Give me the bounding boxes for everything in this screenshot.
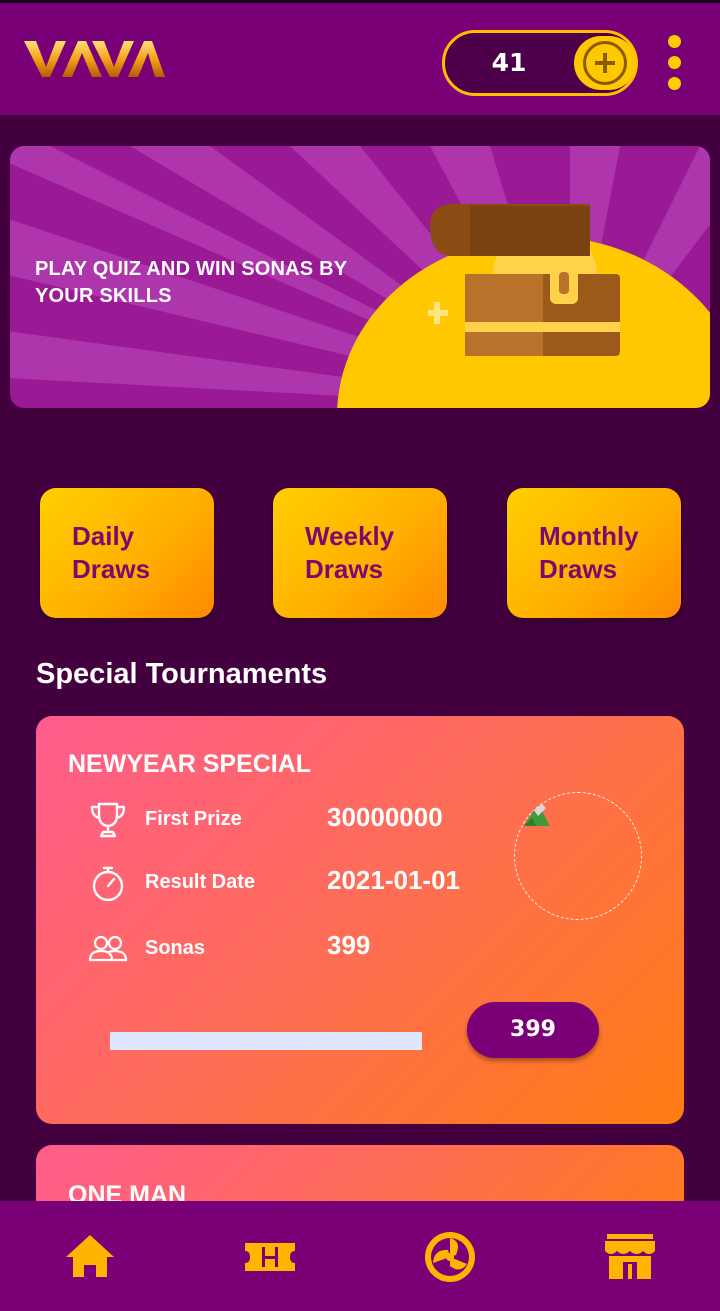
tournament-progress-bar (110, 1032, 422, 1050)
app-header: 41 (0, 3, 720, 115)
vava-logo[interactable] (22, 33, 167, 87)
tournament-progress-fill (110, 1032, 422, 1050)
result-date-label: Result Date (145, 871, 256, 893)
monthly-draws-label: Monthly Draws (539, 521, 639, 584)
bottom-navigation (0, 1201, 720, 1311)
section-title: Special Tournaments (36, 658, 328, 690)
daily-draws-button[interactable]: Daily Draws (40, 488, 214, 618)
monthly-draws-button[interactable]: Monthly Draws (507, 488, 681, 618)
weekly-draws-label: Weekly Draws (305, 521, 395, 584)
stopwatch-icon (88, 864, 128, 904)
first-prize-label: First Prize (145, 808, 242, 830)
home-icon[interactable] (62, 1229, 118, 1285)
promo-banner[interactable]: PLAY QUIZ AND WIN SONAS BY YOUR SKILLS (10, 146, 710, 408)
result-date-value: 2021-01-01 (327, 865, 460, 895)
users-icon (88, 928, 128, 968)
ticket-icon[interactable] (242, 1229, 298, 1285)
tournament-card[interactable]: NEWYEAR SPECIAL First Prize 30000000 Res… (36, 716, 684, 1124)
tournament-title: NEWYEAR SPECIAL (68, 750, 312, 778)
daily-draws-label: Daily Draws (72, 521, 151, 584)
sonas-label: Sonas (145, 937, 206, 959)
vertical-dots-icon[interactable] (664, 35, 686, 93)
weekly-draws-button[interactable]: Weekly Draws (273, 488, 447, 618)
store-icon[interactable] (602, 1229, 658, 1285)
coin-balance: 41 (491, 48, 527, 77)
join-tournament-button[interactable]: 399 (467, 1002, 599, 1058)
broken-image-icon (520, 802, 552, 830)
coin-balance-pill[interactable]: 41 (442, 30, 638, 96)
add-coins-button[interactable] (574, 36, 636, 90)
trophy-icon (88, 800, 128, 840)
first-prize-value: 30000000 (327, 802, 443, 832)
plus-circle-icon (583, 41, 627, 85)
banner-text: PLAY QUIZ AND WIN SONAS BY YOUR SKILLS (35, 258, 347, 307)
spin-wheel-icon[interactable] (422, 1229, 478, 1285)
sonas-value: 399 (327, 930, 371, 960)
